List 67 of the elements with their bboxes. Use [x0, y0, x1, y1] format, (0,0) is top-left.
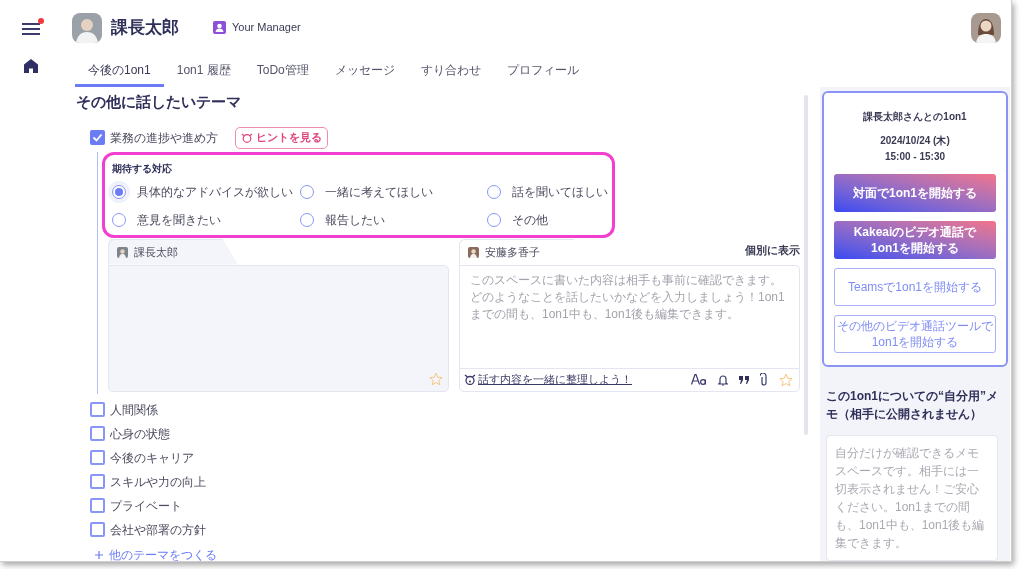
- checkbox[interactable]: [90, 130, 105, 145]
- view-toggle[interactable]: 個別に表示: [745, 242, 800, 259]
- option-label: 話を聞いてほしい: [512, 183, 608, 201]
- group-title: 期待する対応: [112, 161, 173, 176]
- profile-avatar[interactable]: [971, 12, 1001, 43]
- helper-link[interactable]: 話す内容を一緒に整理しよう！: [478, 371, 632, 388]
- dog-face-icon: [241, 132, 253, 143]
- add-theme-link[interactable]: 他のテーマをつくる: [95, 545, 800, 561]
- person-badge-icon: [213, 21, 226, 34]
- tab[interactable]: プロフィール: [493, 55, 592, 87]
- plus-icon: [95, 550, 103, 559]
- checkbox[interactable]: [90, 426, 105, 441]
- user-name: 課長太郎: [111, 16, 179, 39]
- hint-button[interactable]: ヒントを見る: [235, 126, 328, 149]
- tab[interactable]: すり合わせ: [407, 55, 494, 87]
- avatar: [117, 246, 128, 258]
- avatar: [468, 246, 479, 258]
- tab[interactable]: 1on1 履歴: [163, 55, 244, 87]
- checkbox[interactable]: [90, 474, 105, 489]
- paperclip-icon[interactable]: [760, 373, 768, 386]
- text-format-icon[interactable]: [691, 374, 707, 385]
- star-icon[interactable]: [779, 372, 793, 387]
- theme-label: プライベート: [110, 497, 182, 515]
- section-title: その他に話したいテーマ: [76, 92, 242, 112]
- theme-label: スキルや力の向上: [110, 473, 206, 491]
- checkbox[interactable]: [90, 498, 105, 513]
- radio-button[interactable]: [300, 212, 314, 227]
- option-label: 一緒に考えてほしい: [325, 183, 433, 201]
- bell-icon[interactable]: [718, 373, 728, 386]
- star-icon[interactable]: [429, 371, 443, 386]
- radio-button[interactable]: [300, 184, 314, 199]
- dog-face-icon: [464, 374, 476, 385]
- theme-label: 会社や部署の方針: [110, 521, 206, 539]
- start-button[interactable]: 対面で1on1を開始する: [834, 174, 996, 212]
- meeting-title: 課長太郎さんとの1on1: [863, 110, 967, 124]
- memo-title: この1on1についての“自分用”メモ（相手に公開されません）: [826, 388, 999, 423]
- radio-button[interactable]: [487, 184, 501, 199]
- role-label: Your Manager: [232, 20, 301, 36]
- start-button[interactable]: Kakeaiのビデオ通話で 1on1を開始する: [834, 221, 996, 259]
- radio-button[interactable]: [112, 212, 126, 227]
- checkbox[interactable]: [90, 522, 105, 537]
- note-field[interactable]: このスペースに書いた内容は相手も事前に確認できます。どのようなことを話したいかなどを入力しましょう！1on1までの間も、1on1中も、1on1後も編集できます。: [459, 264, 800, 368]
- checkbox[interactable]: [90, 450, 105, 465]
- tab[interactable]: ToDo管理: [243, 55, 322, 87]
- meeting-date: 2024/10/24 (木): [880, 134, 950, 148]
- tab[interactable]: 今後の1on1: [75, 55, 164, 87]
- option-label: 報告したい: [325, 211, 385, 229]
- theme-label: 心身の状態: [110, 425, 170, 443]
- author-name: 課長太郎: [134, 244, 178, 260]
- tab[interactable]: メッセージ: [321, 55, 408, 87]
- option-label: その他: [512, 211, 548, 229]
- checkbox[interactable]: [90, 402, 105, 417]
- check-icon: [92, 132, 103, 143]
- home-icon[interactable]: [24, 59, 38, 73]
- memo-field[interactable]: 自分だけが確認できるメモスペースです。相手には一切表示されません！ご安心ください。1on1までの間も、1on1中も、1on1後も編集できます。: [826, 435, 998, 561]
- option-label: 具体的なアドバイスが欲しい: [137, 183, 293, 201]
- quote-icon[interactable]: [739, 375, 749, 384]
- theme-label: 今後のキャリア: [110, 449, 194, 467]
- radio-button[interactable]: [487, 212, 501, 227]
- radio-button[interactable]: [112, 184, 126, 199]
- author-name: 安藤多香子: [485, 244, 540, 260]
- option-label: 意見を聞きたい: [137, 211, 221, 229]
- avatar: [72, 12, 102, 43]
- theme-label: 業務の進捗や進め方: [110, 129, 218, 147]
- theme-label: 人間関係: [110, 401, 158, 419]
- meeting-time: 15:00 - 15:30: [884, 150, 945, 164]
- menu-icon[interactable]: [21, 21, 41, 37]
